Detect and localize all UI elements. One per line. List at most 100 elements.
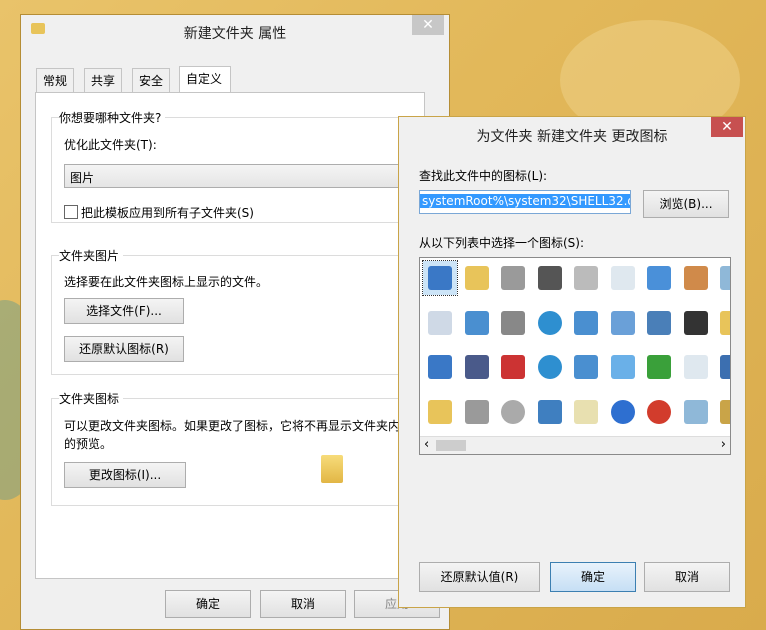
icon-option[interactable] [715,261,730,295]
close-button[interactable]: ✕ [412,15,444,35]
drive-icon [501,266,525,290]
browse-button[interactable]: 浏览(B)... [643,190,729,218]
icon-option[interactable] [715,350,730,384]
folder-lock-icon [720,310,730,335]
font-icon [720,399,730,424]
tab-security[interactable]: 安全 [132,68,171,92]
icon-option[interactable] [496,350,530,384]
network-icon [574,355,598,379]
icon-option[interactable] [423,395,457,429]
icon-option[interactable] [569,350,603,384]
green-arrow-icon [647,355,671,379]
icon-list[interactable]: ‹ › [419,257,731,455]
scroll-left-icon[interactable]: ‹ [424,437,429,452]
icon-option[interactable] [533,350,567,384]
icon-option[interactable] [496,395,530,429]
icon-option[interactable] [460,350,494,384]
folder-picture-heading: 文件夹图片 [59,247,124,264]
icon-option[interactable] [422,260,458,296]
icon-option[interactable] [715,306,730,340]
clock-small-icon [683,355,708,379]
tab-general[interactable]: 常规 [36,68,75,92]
folder-icon-group [51,398,426,506]
floppy-icon [464,355,489,379]
folder-preview-icon [321,455,343,483]
chip-icon [537,266,562,290]
properties-window: 新建文件夹 属性 ✕ 常规 共享 安全 自定义 你想要哪种文件夹? 优化此文件夹… [20,14,450,630]
folder-icon [428,399,452,424]
optimize-dropdown[interactable]: 图片 [64,164,426,188]
laptop-icon [720,355,730,379]
power-icon [647,399,671,424]
icon-option[interactable] [606,261,640,295]
network-drive-icon [464,310,489,335]
change-icon-button[interactable]: 更改图标(I)... [64,462,186,488]
dialog-close-button[interactable]: ✕ [711,117,743,137]
recycle-bin-icon [720,266,730,290]
restore-default-icon-button[interactable]: 还原默认图标(R) [64,336,184,362]
icon-option[interactable] [715,395,730,429]
cancel-button[interactable]: 取消 [260,590,346,618]
dialog-title: 为文件夹 新建文件夹 更改图标 [476,129,668,145]
scrollbar-thumb[interactable] [436,440,466,451]
icon-option[interactable] [679,395,713,429]
icon-option[interactable] [679,306,713,340]
icon-option[interactable] [533,395,567,429]
tab-customize[interactable]: 自定义 [179,66,231,93]
app-grid-icon [574,399,598,424]
tab-page: 你想要哪种文件夹? 优化此文件夹(T): 图片 把此模板应用到所有子文件夹(S)… [35,92,426,579]
window-title: 新建文件夹 属性 [183,26,287,42]
blank-window-icon [428,266,452,290]
tab-sharing[interactable]: 共享 [84,68,123,92]
icon-option[interactable] [569,306,603,340]
folder-icon-heading: 文件夹图标 [59,390,124,407]
disconnected-drive-icon [501,355,525,379]
choose-file-button[interactable]: 选择文件(F)... [64,298,184,324]
search-icon [610,355,635,379]
hand-share-icon [683,266,708,290]
globe-icon [537,310,562,335]
icon-option[interactable] [460,395,494,429]
ok-button[interactable]: 确定 [165,590,251,618]
icon-option[interactable] [679,350,713,384]
icon-option[interactable] [496,261,530,295]
icon-file-path-value: systemRoot%\system32\SHELL32.dll [420,194,630,208]
icon-option[interactable] [423,306,457,340]
icon-option[interactable] [606,306,640,340]
icon-option[interactable] [460,261,494,295]
icon-option[interactable] [642,350,676,384]
recycle-bin-full-icon [683,399,708,424]
icon-grid [420,258,730,436]
optimize-label: 优化此文件夹(T): [64,138,157,152]
dialog-cancel-button[interactable]: 取消 [644,562,730,592]
icon-option[interactable] [460,306,494,340]
icon-option[interactable] [569,261,603,295]
icon-option[interactable] [569,395,603,429]
icon-option[interactable] [642,395,676,429]
restore-defaults-button[interactable]: 还原默认值(R) [419,562,540,592]
icon-option[interactable] [533,306,567,340]
icon-option[interactable] [423,350,457,384]
scroll-right-icon[interactable]: › [721,437,726,452]
icon-option[interactable] [606,350,640,384]
horizontal-scrollbar[interactable]: ‹ › [420,436,730,454]
icon-option[interactable] [606,395,640,429]
desktop-config-icon [647,310,671,335]
cd-drive-icon [501,399,525,424]
folder-icon-description-1: 可以更改文件夹图标。如果更改了图标，它将不再显示文件夹内 [64,419,401,433]
icon-option[interactable] [642,261,676,295]
apply-subfolders-checkbox[interactable] [64,205,78,219]
apply-subfolders-label: 把此模板应用到所有子文件夹(S) [81,206,254,220]
folder-picture-description: 选择要在此文件夹图标上显示的文件。 [64,275,269,289]
clock-icon [610,266,635,290]
monitor-network-icon [537,399,562,424]
icon-option[interactable] [642,306,676,340]
folder-icon-description-2: 的预览。 [64,437,113,451]
title-bar: 新建文件夹 属性 ✕ [21,15,449,45]
icon-option[interactable] [496,306,530,340]
dialog-ok-button[interactable]: 确定 [550,562,636,592]
icon-option[interactable] [679,261,713,295]
icon-option[interactable] [533,261,567,295]
control-panel-icon [610,310,635,335]
icon-file-path-input[interactable]: systemRoot%\system32\SHELL32.dll [419,190,631,214]
